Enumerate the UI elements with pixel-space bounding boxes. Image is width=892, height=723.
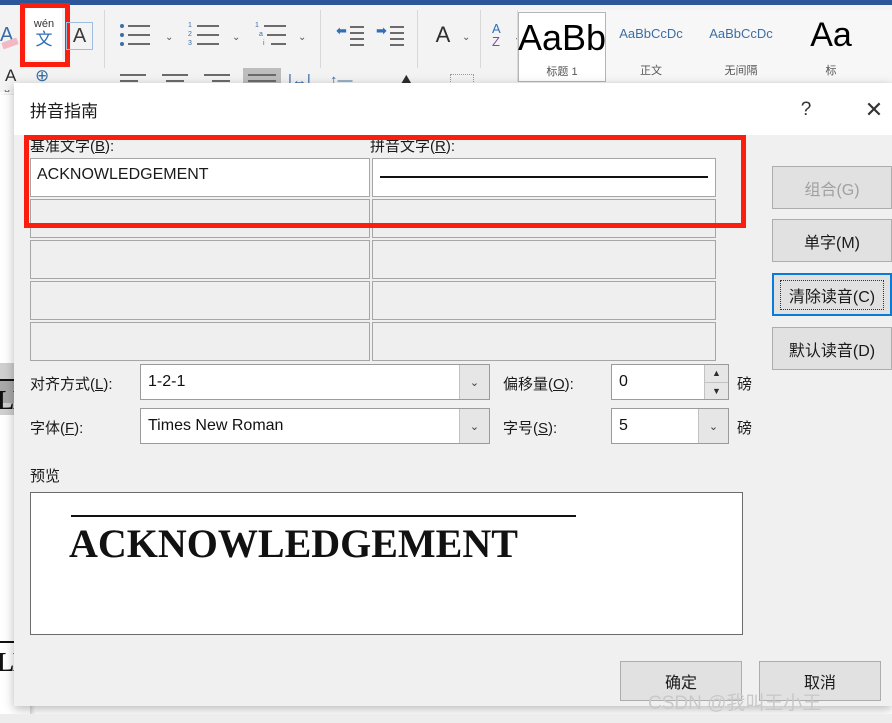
offset-label: 偏移量(O):	[503, 376, 574, 393]
style-item-1[interactable]: AaBbCcDc 正文	[608, 12, 694, 80]
offset-spinner-arrows[interactable]: ▲ ▼	[704, 365, 728, 399]
ribbon-divider	[104, 10, 105, 68]
base-text-input-1[interactable]	[30, 199, 370, 238]
base-text-input-2[interactable]	[30, 240, 370, 279]
alignment-chevron-down-icon[interactable]: ⌄	[459, 365, 489, 399]
style-name: 标	[825, 65, 837, 77]
font-label: 字体(F):	[30, 420, 84, 437]
base-text-input-0[interactable]: ACKNOWLEDGEMENT	[30, 158, 370, 197]
text-direction-chevron-down-icon[interactable]: ⌄	[462, 32, 470, 43]
offset-value: 0	[619, 373, 628, 390]
base-text-input-4[interactable]	[30, 322, 370, 361]
clear-pronunciation-button[interactable]: 清除读音(C)	[772, 273, 892, 316]
preview-ruby-rule	[71, 515, 576, 517]
default-pronunciation-button[interactable]: 默认读音(D)	[772, 327, 892, 370]
size-unit: 磅	[737, 420, 753, 437]
ruby-text-input-3[interactable]	[372, 281, 716, 320]
pinyin-guide-highlight-annotation	[20, 3, 70, 67]
help-icon[interactable]: ?	[789, 95, 823, 125]
style-preview: AaBbCcDc	[709, 26, 773, 41]
alignment-select[interactable]: 1-2-1 ⌄	[140, 364, 490, 400]
numbering-icon[interactable]: 1 2 3	[188, 22, 228, 48]
table-row	[30, 281, 716, 320]
alignment-label: 对齐方式(L):	[30, 376, 113, 393]
base-text-input-3[interactable]	[30, 281, 370, 320]
table-row: ACKNOWLEDGEMENT	[30, 158, 716, 197]
base-text-value-0: ACKNOWLEDGEMENT	[37, 166, 209, 183]
style-item-2[interactable]: AaBbCcDc 无间隔	[698, 12, 784, 80]
alignment-value: 1-2-1	[148, 373, 186, 390]
size-label: 字号(S):	[503, 420, 558, 437]
character-border-icon[interactable]: A	[66, 22, 93, 50]
style-name: 正文	[640, 65, 662, 77]
single-char-button[interactable]: 单字(M)	[772, 219, 892, 262]
decrease-indent-icon[interactable]: ⬅	[336, 23, 364, 46]
ruby-text-input-2[interactable]	[372, 240, 716, 279]
dialog-title: 拼音指南	[30, 102, 98, 121]
sort-icon[interactable]: AZ	[492, 22, 501, 48]
style-preview: AaBbCcDc	[619, 26, 683, 41]
font-chevron-down-icon[interactable]: ⌄	[459, 409, 489, 443]
increase-indent-icon[interactable]: ➡	[376, 23, 404, 46]
close-icon[interactable]: ✕	[857, 95, 891, 125]
ruby-text-input-0[interactable]	[372, 158, 716, 197]
combine-button[interactable]: 组合(G)	[772, 166, 892, 209]
ribbon-title-strip	[0, 0, 892, 5]
pinyin-guide-dialog: 拼音指南 ? ✕ 基准文字(B): 拼音文字(R): ACKNOWLEDGEME…	[14, 83, 892, 706]
styles-gallery: AaBb 标题 1 AaBbCcDc 正文 AaBbCcDc 无间隔 Aa 标	[517, 10, 892, 82]
style-preview: AaBb	[517, 17, 607, 58]
watermark: CSDN @我叫王小王	[648, 693, 822, 714]
ruby-text-label: 拼音文字(R):	[370, 138, 456, 155]
base-text-label: 基准文字(B):	[30, 138, 115, 155]
clear-pronunciation-button-label: 清除读音(C)	[779, 279, 885, 310]
ribbon-divider	[417, 10, 418, 68]
ribbon-divider	[480, 10, 481, 68]
preview-box: ACKNOWLEDGEMENT	[30, 492, 743, 635]
combine-button-label: 组合(G)	[804, 181, 860, 199]
offset-unit: 磅	[737, 376, 753, 393]
multilevel-list-icon[interactable]: 1 a i	[255, 22, 295, 48]
bullets-icon[interactable]	[120, 22, 160, 48]
single-char-button-label: 单字(M)	[804, 234, 860, 252]
table-row	[30, 240, 716, 279]
font-value: Times New Roman	[148, 417, 284, 434]
size-select[interactable]: 5 ⌄	[611, 408, 729, 444]
table-row	[30, 322, 716, 361]
ruby-text-input-1[interactable]	[372, 199, 716, 238]
offset-stepper[interactable]: 0 ▲ ▼	[611, 364, 729, 400]
offset-decrement-icon[interactable]: ▼	[704, 382, 728, 399]
pinyin-grid: ACKNOWLEDGEMENT	[30, 158, 716, 364]
preview-label: 预览	[30, 468, 61, 485]
style-preview: Aa	[810, 16, 852, 54]
style-item-0[interactable]: AaBb 标题 1	[518, 12, 606, 82]
offset-increment-icon[interactable]: ▲	[704, 365, 728, 383]
preview-text: ACKNOWLEDGEMENT	[69, 521, 518, 566]
style-name: 无间隔	[724, 65, 758, 77]
numbering-chevron-down-icon[interactable]: ⌄	[232, 32, 240, 43]
style-item-3[interactable]: Aa 标	[788, 12, 874, 80]
font-select[interactable]: Times New Roman ⌄	[140, 408, 490, 444]
bottom-strip	[0, 714, 892, 723]
ribbon-divider	[320, 10, 321, 68]
bullets-chevron-down-icon[interactable]: ⌄	[165, 32, 173, 43]
default-pronunciation-button-label: 默认读音(D)	[788, 342, 876, 360]
size-value: 5	[619, 417, 628, 434]
size-chevron-down-icon[interactable]: ⌄	[698, 409, 728, 443]
ruby-text-input-4[interactable]	[372, 322, 716, 361]
ruby-text-caret-line	[380, 176, 708, 178]
dialog-title-bar[interactable]: 拼音指南 ? ✕	[14, 83, 892, 135]
ribbon-collapse-chevron-icon[interactable]: ⌄	[2, 82, 12, 92]
table-row	[30, 199, 716, 238]
text-direction-icon[interactable]: A	[430, 22, 456, 48]
word-ribbon: A wén 文 A ⌄ 1 2 3 ⌄ 1 a i ⌄ ⬅ ➡ A ⌄ A Z …	[0, 0, 892, 92]
multilevel-chevron-down-icon[interactable]: ⌄	[298, 32, 306, 43]
style-name: 标题 1	[546, 66, 578, 78]
